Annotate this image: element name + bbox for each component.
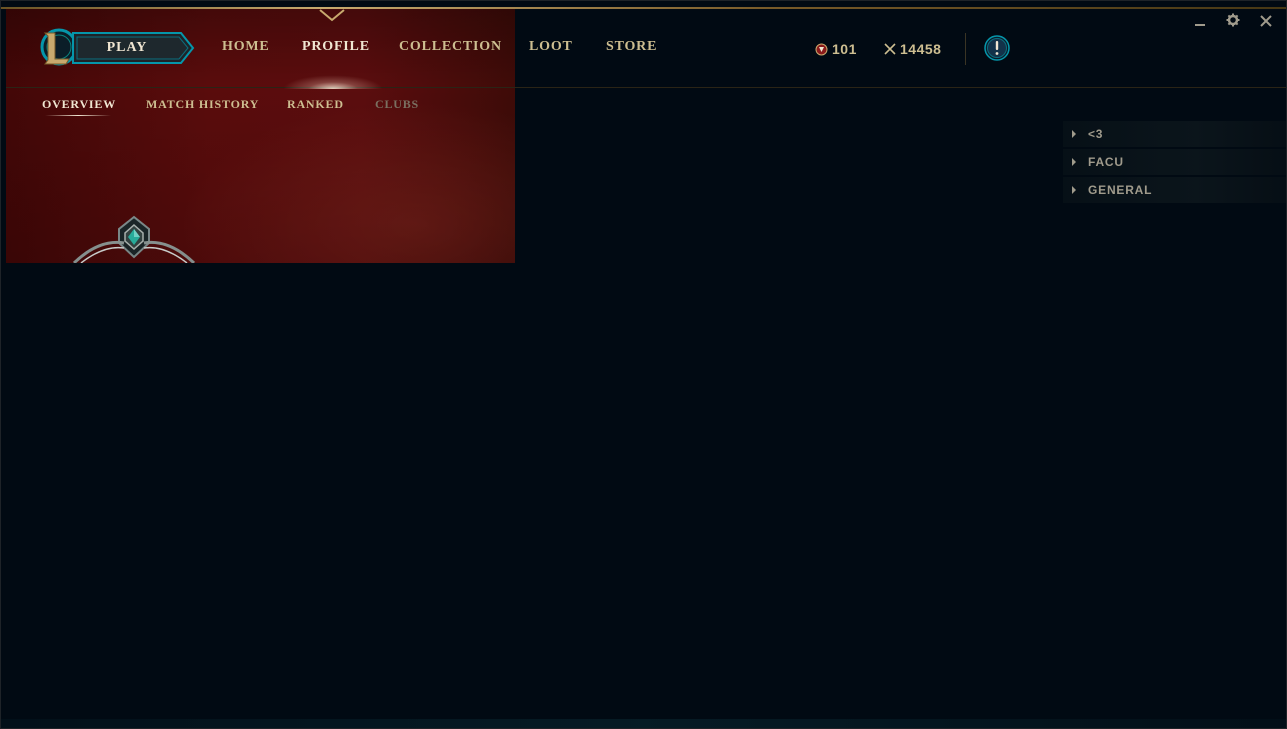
header-divider <box>6 87 1286 88</box>
minimize-icon[interactable] <box>1190 13 1210 33</box>
friend-group-label: FACU <box>1088 155 1124 169</box>
subnav-overview[interactable]: OVERVIEW <box>42 97 116 113</box>
active-nav-pointer-icon <box>319 9 345 22</box>
friend-group-row[interactable]: GENERAL <box>1063 177 1286 203</box>
nav-store[interactable]: STORE <box>606 39 657 59</box>
caret-right-icon <box>1072 186 1076 194</box>
rp-coin-icon <box>815 43 828 55</box>
blue-essence-icon <box>884 43 896 55</box>
rank-emblem <box>72 215 196 263</box>
blue-essence-balance[interactable]: 14458 <box>884 39 941 59</box>
active-tab-glow <box>283 75 383 89</box>
rp-balance[interactable]: 101 <box>815 39 857 59</box>
subnav-clubs[interactable]: CLUBS <box>375 97 419 113</box>
window-bottom-edge <box>1 719 1286 728</box>
exclamation-alert-icon[interactable] <box>984 35 1010 61</box>
close-icon[interactable] <box>1256 13 1276 33</box>
nav-loot[interactable]: LOOT <box>529 39 573 59</box>
social-panel: <3 FACU GENERAL <box>1063 121 1286 205</box>
friend-group-row[interactable]: <3 <box>1063 121 1286 147</box>
subnav-ranked[interactable]: RANKED <box>287 97 344 113</box>
client-window: PLAY HOME PROFILE COLLECTION LOOT STORE … <box>0 0 1287 729</box>
friend-group-row[interactable]: FACU <box>1063 149 1286 175</box>
header-separator <box>965 33 966 65</box>
nav-collection[interactable]: COLLECTION <box>399 39 502 59</box>
subnav-match-history[interactable]: MATCH HISTORY <box>146 97 259 113</box>
friend-group-label: <3 <box>1088 127 1104 141</box>
caret-right-icon <box>1072 130 1076 138</box>
rp-value: 101 <box>832 41 857 57</box>
friend-group-label: GENERAL <box>1088 183 1153 197</box>
blue-essence-value: 14458 <box>900 41 942 57</box>
subnav-active-underline <box>45 115 111 116</box>
play-button-label[interactable]: PLAY <box>71 31 183 65</box>
gear-icon[interactable] <box>1223 13 1243 33</box>
caret-right-icon <box>1072 158 1076 166</box>
nav-profile[interactable]: PROFILE <box>302 39 370 59</box>
nav-home[interactable]: HOME <box>222 39 270 59</box>
